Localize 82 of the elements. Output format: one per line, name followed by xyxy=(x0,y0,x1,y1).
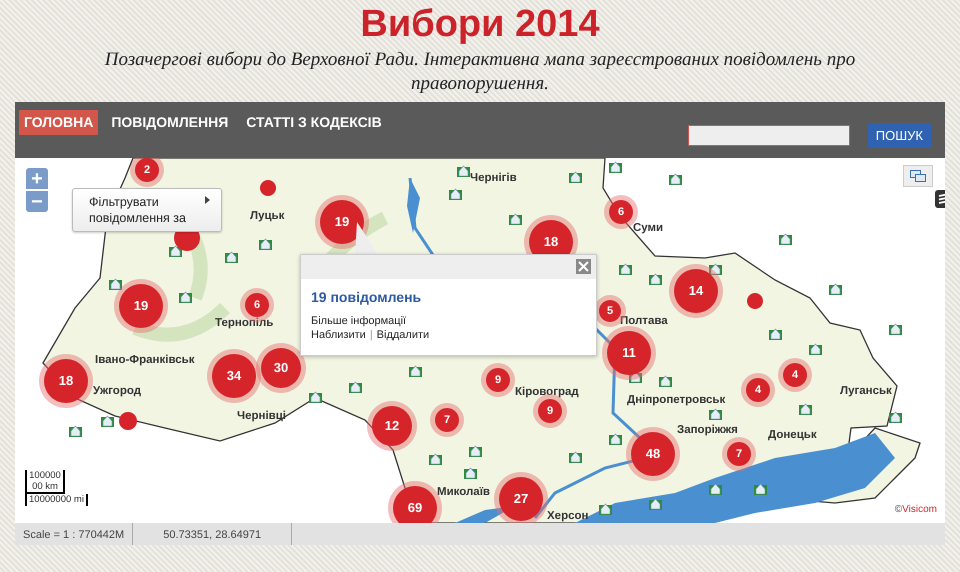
city-label: Запоріжжя xyxy=(677,424,738,437)
city-label: Дніпропетровськ xyxy=(627,394,726,407)
city-label: Миколаїв xyxy=(437,486,490,499)
popup-title: 19 повідомлень xyxy=(311,288,422,307)
house-marker-icon[interactable] xyxy=(769,327,782,340)
city-label: Луганськ xyxy=(840,385,892,398)
house-marker-icon[interactable] xyxy=(509,212,522,225)
cluster-marker[interactable]: 69 xyxy=(393,486,437,523)
house-marker-icon[interactable] xyxy=(629,370,642,383)
house-marker-icon[interactable] xyxy=(609,160,622,173)
house-marker-icon[interactable] xyxy=(889,322,902,335)
house-marker-icon[interactable] xyxy=(429,452,442,465)
house-marker-icon[interactable] xyxy=(109,277,122,290)
filter-menu[interactable]: Фільтрувати повідомлення за xyxy=(72,188,222,232)
cluster-dot[interactable] xyxy=(119,412,137,430)
windows-icon xyxy=(910,170,926,182)
city-label: Суми xyxy=(633,222,664,235)
house-marker-icon[interactable] xyxy=(169,244,182,257)
house-marker-icon[interactable] xyxy=(469,444,482,457)
zoom-out-link[interactable]: Віддалити xyxy=(376,328,430,342)
house-marker-icon[interactable] xyxy=(179,290,192,303)
attribution-link[interactable]: Visicom xyxy=(902,502,937,517)
scale-readout: Scale = 1 : 770442M xyxy=(15,523,134,545)
scale-bar-km: 10000000 km xyxy=(25,470,65,494)
page-title: Вибори 2014 xyxy=(359,2,601,46)
house-marker-icon[interactable] xyxy=(659,374,672,387)
layer-switcher-button[interactable] xyxy=(903,165,933,187)
house-marker-icon[interactable] xyxy=(709,482,722,495)
more-info-link[interactable]: Більше інформації xyxy=(311,314,596,328)
house-marker-icon[interactable] xyxy=(457,164,470,177)
zoom-in-button[interactable]: + xyxy=(26,168,48,189)
house-marker-icon[interactable] xyxy=(309,390,322,403)
house-marker-icon[interactable] xyxy=(569,450,582,463)
house-marker-icon[interactable] xyxy=(259,237,272,250)
house-marker-icon[interactable] xyxy=(799,402,812,415)
city-label: Чернівці xyxy=(237,410,286,423)
search-button[interactable]: ПОШУК xyxy=(868,122,931,148)
city-label: Кіровоград xyxy=(515,386,579,399)
city-label: Ужгород xyxy=(93,385,142,398)
city-label: Тернопіль xyxy=(215,317,274,330)
house-marker-icon[interactable] xyxy=(649,272,662,285)
zoom-in-link[interactable]: Наблизити xyxy=(311,328,366,342)
copyright-symbol: © xyxy=(894,503,902,517)
caret-icon xyxy=(205,196,210,204)
reservoir-shape xyxy=(407,178,420,233)
coordinates-readout: 50.73351, 28.64971 xyxy=(133,523,292,545)
house-marker-icon[interactable] xyxy=(464,466,477,479)
house-marker-icon[interactable] xyxy=(599,502,612,515)
nav-tab[interactable]: ПОВІДОМЛЕННЯ xyxy=(106,110,234,135)
house-marker-icon[interactable] xyxy=(709,407,722,420)
city-label: Луцьк xyxy=(250,210,284,223)
zoom-out-button[interactable]: − xyxy=(26,191,48,212)
house-marker-icon[interactable] xyxy=(889,410,902,423)
search-field[interactable] xyxy=(688,124,850,146)
city-label: Чернігів xyxy=(470,172,517,185)
house-marker-icon[interactable] xyxy=(619,262,632,275)
link-separator: | xyxy=(370,328,373,342)
page-subtitle: Позачергові вибори до Верховної Ради. Інтерактивна мапа зареєстрованих повідомлень про правопорушення. xyxy=(104,48,856,96)
house-marker-icon[interactable] xyxy=(349,380,362,393)
house-marker-icon[interactable] xyxy=(754,482,767,495)
house-marker-icon[interactable] xyxy=(809,342,822,355)
house-marker-icon[interactable] xyxy=(569,170,582,183)
city-label: Івано-Франківськ xyxy=(95,354,194,367)
house-marker-icon[interactable] xyxy=(669,172,682,185)
house-marker-icon[interactable] xyxy=(69,424,82,437)
house-marker-icon[interactable] xyxy=(779,232,792,245)
house-marker-icon[interactable] xyxy=(649,497,662,510)
house-marker-icon[interactable] xyxy=(225,250,238,263)
close-icon[interactable] xyxy=(576,259,591,274)
house-marker-icon[interactable] xyxy=(709,262,722,275)
scale-bar-mi: 10000000 mi xyxy=(25,494,88,506)
house-marker-icon[interactable] xyxy=(609,432,622,445)
city-label: Херсон xyxy=(547,510,588,523)
house-marker-icon[interactable] xyxy=(829,282,842,295)
city-label: Донецьк xyxy=(768,429,817,442)
cluster-marker[interactable]: 6 xyxy=(609,200,633,224)
city-label: Полтава xyxy=(620,315,668,328)
nav-tab[interactable]: СТАТТІ З КОДЕКСІВ xyxy=(241,110,387,135)
house-marker-icon[interactable] xyxy=(409,364,422,377)
house-marker-icon[interactable] xyxy=(101,414,114,427)
house-marker-icon[interactable] xyxy=(449,187,462,200)
nav-tab[interactable]: ГОЛОВНА xyxy=(19,110,98,135)
